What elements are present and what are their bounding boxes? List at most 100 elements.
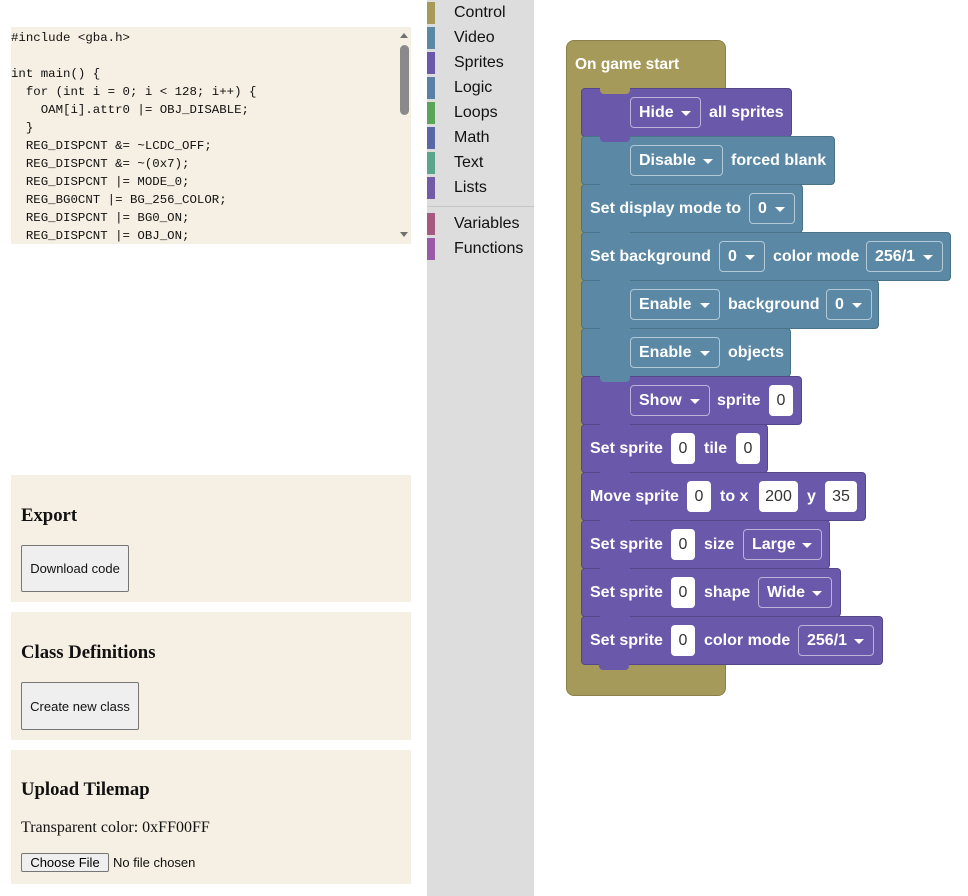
set-background-color-mode-block[interactable]: Set background 0 color mode 256/1 <box>581 232 951 281</box>
download-code-button[interactable]: Download code <box>21 545 129 592</box>
block-text: y <box>807 487 816 505</box>
block-notch <box>600 136 630 142</box>
sprite-number-field[interactable]: 0 <box>687 481 711 512</box>
sprite-number-field[interactable]: 0 <box>671 433 695 464</box>
code-scrollbar[interactable] <box>397 27 411 244</box>
block-notch <box>600 280 630 286</box>
x-position-field[interactable]: 200 <box>759 481 798 512</box>
export-heading: Export <box>21 505 78 526</box>
category-label: Variables <box>454 215 520 232</box>
category-functions[interactable]: Functions <box>427 237 534 262</box>
category-swatch <box>427 77 435 99</box>
create-new-class-button[interactable]: Create new class <box>21 682 139 730</box>
category-logic[interactable]: Logic <box>427 76 534 101</box>
category-sprites[interactable]: Sprites <box>427 51 534 76</box>
block-text: size <box>704 535 735 553</box>
block-text: Set background <box>590 247 711 265</box>
block-notch <box>600 328 630 334</box>
class-definitions-heading: Class Definitions <box>21 642 156 663</box>
block-text: Move sprite <box>590 487 679 505</box>
block-text: Set sprite <box>590 583 663 601</box>
block-text: Set sprite <box>590 535 663 553</box>
file-status-text: No file chosen <box>113 855 196 870</box>
class-definitions-panel: Class Definitions Create new class <box>11 612 411 740</box>
transparent-color-text: Transparent color: 0xFF00FF <box>21 819 210 836</box>
scroll-down-arrow-icon[interactable] <box>400 232 408 237</box>
background-dropdown[interactable]: 0 <box>826 289 872 320</box>
enable-background-block[interactable]: Enable background 0 <box>581 280 879 329</box>
category-label: Lists <box>454 179 487 196</box>
sprite-number-field[interactable]: 0 <box>671 625 695 656</box>
export-panel: Export Download code <box>11 475 411 602</box>
hide-all-sprites-block[interactable]: Hide all sprites <box>581 88 792 137</box>
category-swatch <box>427 102 435 124</box>
display-mode-dropdown[interactable]: 0 <box>749 193 795 224</box>
category-swatch <box>427 2 435 24</box>
block-text: color mode <box>704 631 791 649</box>
block-text: Set sprite <box>590 631 663 649</box>
hide-show-dropdown[interactable]: Hide <box>630 97 701 128</box>
set-sprite-tile-block[interactable]: Set sprite 0 tile 0 <box>581 424 768 473</box>
category-swatch <box>427 213 435 235</box>
scroll-thumb[interactable] <box>400 45 409 115</box>
toolbox-separator <box>427 206 534 207</box>
sprite-shape-dropdown[interactable]: Wide <box>758 577 832 608</box>
category-loops[interactable]: Loops <box>427 101 534 126</box>
block-bottom-notch <box>599 664 629 670</box>
category-control[interactable]: Control <box>427 1 534 26</box>
category-label: Math <box>454 129 490 146</box>
background-dropdown[interactable]: 0 <box>719 241 765 272</box>
color-mode-dropdown[interactable]: 256/1 <box>866 241 943 272</box>
category-text[interactable]: Text <box>427 151 534 176</box>
category-swatch <box>427 52 435 74</box>
set-sprite-color-mode-block[interactable]: Set sprite 0 color mode 256/1 <box>581 616 883 665</box>
set-sprite-size-block[interactable]: Set sprite 0 size Large <box>581 520 830 569</box>
upload-tilemap-panel: Upload Tilemap Transparent color: 0xFF00… <box>11 750 411 884</box>
category-video[interactable]: Video <box>427 26 534 51</box>
enable-disable-dropdown[interactable]: Enable <box>630 337 720 368</box>
category-variables[interactable]: Variables <box>427 212 534 237</box>
y-position-field[interactable]: 35 <box>825 481 857 512</box>
category-label: Sprites <box>454 54 504 71</box>
set-sprite-shape-block[interactable]: Set sprite 0 shape Wide <box>581 568 841 617</box>
block-text: shape <box>704 583 751 601</box>
block-text: all sprites <box>709 103 784 121</box>
code-preview[interactable]: #include <gba.h> int main() { for (int i… <box>11 27 411 244</box>
block-notch <box>600 88 630 94</box>
block-text: tile <box>704 439 728 457</box>
enable-disable-dropdown[interactable]: Disable <box>630 145 723 176</box>
forced-blank-block[interactable]: Disable forced blank <box>581 136 835 185</box>
category-swatch <box>427 127 435 149</box>
block-text: background <box>728 295 820 313</box>
hat-label: On game start <box>575 56 680 73</box>
category-swatch <box>427 152 435 174</box>
choose-file-button[interactable]: Choose File <box>21 853 109 872</box>
enable-objects-block[interactable]: Enable objects <box>581 328 791 377</box>
block-toolbox: Control Video Sprites Logic Loops Math T… <box>427 0 534 896</box>
color-mode-dropdown[interactable]: 256/1 <box>798 625 874 656</box>
show-sprite-block[interactable]: Show sprite 0 <box>581 376 802 425</box>
block-text: Set sprite <box>590 439 663 457</box>
sprite-size-dropdown[interactable]: Large <box>743 529 822 560</box>
block-text: color mode <box>773 247 860 265</box>
category-label: Loops <box>454 104 498 121</box>
category-swatch <box>427 238 435 260</box>
move-sprite-block[interactable]: Move sprite 0 to x 200 y 35 <box>581 472 866 521</box>
category-lists[interactable]: Lists <box>427 176 534 201</box>
hide-show-dropdown[interactable]: Show <box>630 385 710 416</box>
scroll-up-arrow-icon[interactable] <box>400 33 408 38</box>
sprite-number-field[interactable]: 0 <box>671 529 695 560</box>
category-label: Functions <box>454 240 524 257</box>
category-swatch <box>427 177 435 199</box>
category-math[interactable]: Math <box>427 126 534 151</box>
block-text: sprite <box>717 391 761 409</box>
tile-number-field[interactable]: 0 <box>736 433 760 464</box>
enable-disable-dropdown[interactable]: Enable <box>630 289 720 320</box>
block-text: objects <box>728 343 785 361</box>
sprite-number-field[interactable]: 0 <box>671 577 695 608</box>
set-display-mode-block[interactable]: Set display mode to 0 <box>581 184 803 233</box>
generated-code: #include <gba.h> int main() { for (int i… <box>11 31 257 243</box>
block-text: to x <box>720 487 749 505</box>
upload-tilemap-heading: Upload Tilemap <box>21 779 150 800</box>
sprite-number-field[interactable]: 0 <box>769 385 793 416</box>
